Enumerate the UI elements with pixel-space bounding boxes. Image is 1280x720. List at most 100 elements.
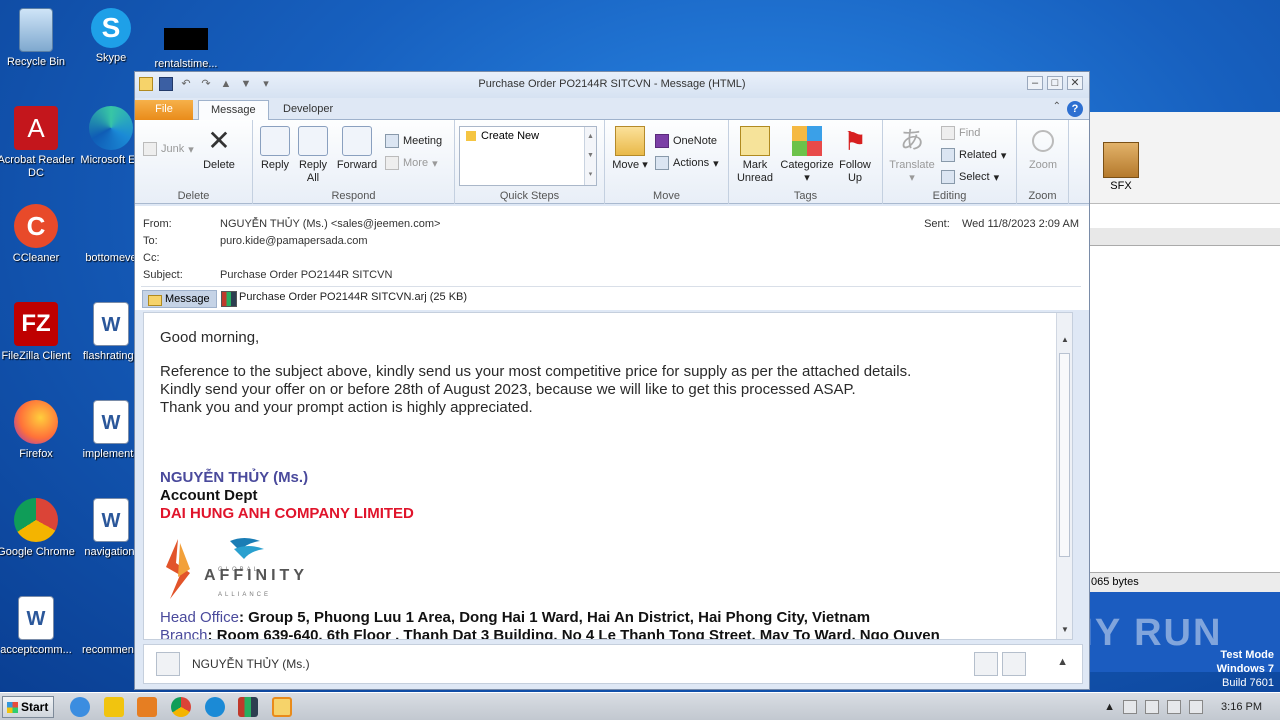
window-title: Purchase Order PO2144R SITCVN - Message … xyxy=(478,78,746,90)
test-mode-notice: Test Mode Windows 7 Build 7601 xyxy=(1216,649,1274,689)
respond-group: Reply Reply All Forward Meeting More ▾ R… xyxy=(253,120,455,204)
chrome-taskbar-icon[interactable] xyxy=(171,697,191,717)
body-line-2: Kindly send your offer on or before 28th… xyxy=(160,381,856,398)
clock[interactable]: 3:16 PM xyxy=(1221,701,1262,713)
reply-button[interactable]: Reply xyxy=(257,126,293,172)
gallery-scrollbar[interactable]: ▲ ▼ ▾ xyxy=(584,127,596,185)
message-body: Good morning, Reference to the subject a… xyxy=(143,312,1073,640)
follow-up-button[interactable]: ⚑ Follow Up xyxy=(835,126,875,185)
cc-row: Cc: xyxy=(143,252,160,264)
categorize-button[interactable]: Categorize ▾ xyxy=(779,126,835,185)
meeting-button[interactable]: Meeting xyxy=(385,134,442,148)
close-icon[interactable]: ✕ xyxy=(1067,76,1083,90)
acrobat-reader-icon[interactable]: A Acrobat Reader DC xyxy=(0,106,76,180)
zoom-group: Zoom Zoom xyxy=(1017,120,1069,204)
to-value[interactable]: puro.kide@pamapersada.com xyxy=(220,235,368,247)
firefox-icon[interactable]: Firefox xyxy=(0,400,76,461)
meeting-icon xyxy=(385,134,399,148)
envelope-icon xyxy=(740,126,770,156)
usb-icon[interactable] xyxy=(1189,700,1204,714)
sent-value: Wed 11/8/2023 2:09 AM xyxy=(961,218,1079,230)
mark-unread-button[interactable]: Mark Unread xyxy=(733,126,777,185)
message-header: From: NGUYỄN THỦY (Ms.) <sales@jeemen.com… xyxy=(135,206,1089,310)
translate-button[interactable]: あ Translate ▾ xyxy=(887,126,937,185)
acceptcomm-doc-icon[interactable]: W acceptcomm... xyxy=(0,596,76,657)
people-pane-name[interactable]: NGUYỄN THỦY (Ms.) xyxy=(192,657,310,671)
onenote-icon xyxy=(655,134,669,148)
message-attachment-tab[interactable]: Message xyxy=(142,290,217,308)
maximize-icon[interactable]: □ xyxy=(1047,76,1063,90)
move-folder-icon xyxy=(615,126,645,156)
forward-button[interactable]: Forward xyxy=(335,126,379,172)
reply-all-button[interactable]: Reply All xyxy=(295,126,331,185)
minimize-ribbon-icon[interactable]: ⌃ xyxy=(1053,101,1061,117)
onenote-button[interactable]: OneNote xyxy=(655,134,717,148)
tray-expand-icon[interactable]: ▲ xyxy=(1104,701,1115,713)
move-group-label: Move xyxy=(653,190,680,202)
message-window: ↶ ↷ ▲ ▼ ▾ Purchase Order PO2144R SITCVN … xyxy=(134,71,1090,690)
tab-file[interactable]: File xyxy=(135,100,193,120)
create-new-quick-step[interactable]: Create New xyxy=(460,127,596,145)
forward-icon xyxy=(342,126,372,156)
action-center-icon[interactable] xyxy=(1123,700,1138,714)
person-icon[interactable] xyxy=(974,652,998,676)
recycle-bin-icon[interactable]: Recycle Bin xyxy=(0,8,76,69)
reply-all-icon xyxy=(298,126,328,156)
signature-dept: Account Dept xyxy=(160,487,258,504)
head-office-line: Head Office: Group 5, Phuong Luu 1 Area,… xyxy=(160,609,871,626)
explorer-icon[interactable] xyxy=(104,697,124,717)
sfx-button[interactable]: SFX xyxy=(1101,142,1141,192)
network-icon[interactable] xyxy=(1145,700,1160,714)
quick-steps-gallery: Create New ▲ ▼ ▾ xyxy=(459,126,597,186)
expand-people-pane-icon[interactable]: ▲ xyxy=(1057,656,1068,668)
from-value[interactable]: NGUYỄN THỦY (Ms.) <sales@jeemen.com> xyxy=(220,218,440,230)
status-bytes: 065 bytes xyxy=(1089,572,1280,592)
attachment-file[interactable]: Purchase Order PO2144R SITCVN.arj (25 KB… xyxy=(221,291,467,307)
delete-group-label: Delete xyxy=(177,190,210,202)
skype-icon[interactable]: S Skype xyxy=(71,8,151,65)
select-cursor-icon xyxy=(941,170,955,184)
help-icon[interactable]: ? xyxy=(1067,101,1083,117)
window-controls: – □ ✕ xyxy=(1027,76,1083,90)
outlook-taskbar-icon[interactable] xyxy=(272,697,292,717)
to-row: To: puro.kide@pamapersada.com xyxy=(143,235,368,247)
select-button[interactable]: Select ▾ xyxy=(941,170,999,184)
branch-line: Branch: Room 639-640, 6th Floor , Thanh … xyxy=(160,627,940,640)
scroll-thumb[interactable] xyxy=(1059,353,1070,557)
editing-group: あ Translate ▾ Find Related ▾ Select ▾ Edi… xyxy=(883,120,1017,204)
greeting: Good morning, xyxy=(160,329,260,346)
body-line-3: Thank you and your prompt action is high… xyxy=(160,399,533,416)
people-pane: NGUYỄN THỦY (Ms.) ▲ xyxy=(143,644,1083,684)
zoom-button[interactable]: Zoom xyxy=(1021,126,1065,172)
rentalstime-file-icon[interactable]: rentalstime... xyxy=(146,8,226,71)
people-icon[interactable] xyxy=(1002,652,1026,676)
tab-message[interactable]: Message xyxy=(198,100,269,121)
archive-icon xyxy=(1103,142,1139,178)
logo-text-main: AFFINITY xyxy=(204,567,308,584)
start-button[interactable]: Start xyxy=(2,696,54,718)
minimize-icon[interactable]: – xyxy=(1027,76,1043,90)
related-button[interactable]: Related ▾ xyxy=(941,148,1006,162)
junk-button[interactable]: Junk ▾ xyxy=(143,142,194,156)
actions-button[interactable]: Actions ▾ xyxy=(655,156,719,170)
more-button[interactable]: More ▾ xyxy=(385,156,438,170)
scroll-up-icon[interactable]: ▲ xyxy=(1057,335,1072,349)
background-window: SFX 065 bytes xyxy=(1088,112,1280,672)
body-scrollbar[interactable]: ▲ ▼ xyxy=(1056,313,1072,639)
background-window-strip xyxy=(1089,228,1280,246)
taskbar: Start ▲ 3:16 PM xyxy=(0,692,1280,720)
categorize-icon xyxy=(792,126,822,156)
move-button[interactable]: Move ▾ xyxy=(611,126,649,172)
ccleaner-icon[interactable]: C CCleaner xyxy=(0,204,76,265)
tab-developer[interactable]: Developer xyxy=(271,100,345,120)
volume-icon[interactable] xyxy=(1167,700,1182,714)
google-chrome-icon[interactable]: Google Chrome xyxy=(0,498,76,559)
scroll-down-icon[interactable]: ▼ xyxy=(1057,625,1072,639)
filezilla-icon[interactable]: FZ FileZilla Client xyxy=(0,302,76,363)
media-player-icon[interactable] xyxy=(137,697,157,717)
edge-taskbar-icon[interactable] xyxy=(205,697,225,717)
delete-button[interactable]: ✕ Delete xyxy=(201,126,237,172)
find-button[interactable]: Find xyxy=(941,126,980,140)
ie-icon[interactable] xyxy=(70,697,90,717)
winrar-taskbar-icon[interactable] xyxy=(238,697,258,717)
